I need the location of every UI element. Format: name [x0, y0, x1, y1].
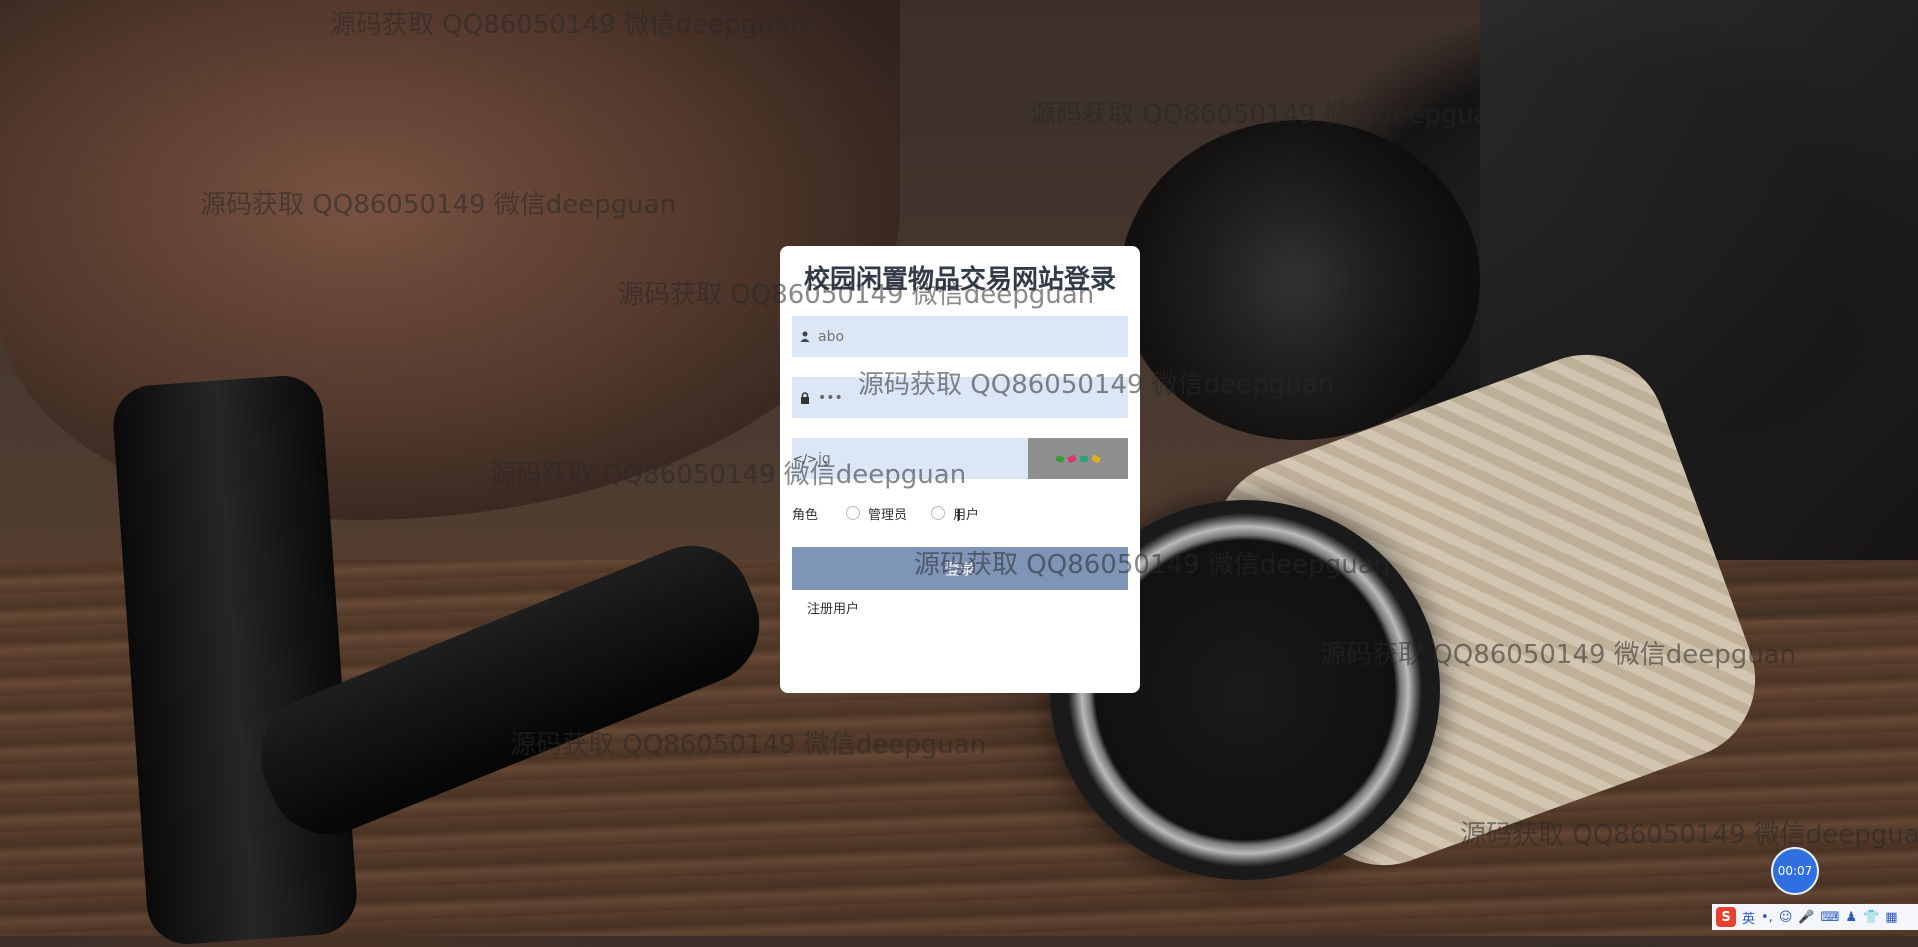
user-center-icon[interactable]: ♟ — [1845, 910, 1857, 925]
watermark: 源码获取 QQ86050149 微信deepguan — [330, 10, 807, 40]
watermark: 源码获取 QQ86050149 微信deepguan — [1320, 640, 1797, 670]
watermark: 源码获取 QQ86050149 微信deepguan — [200, 190, 677, 220]
watermark: 源码获取 QQ86050149 微信deepguan — [1460, 820, 1918, 850]
background-pen — [110, 373, 360, 947]
lock-icon — [792, 391, 818, 404]
user-icon — [792, 331, 818, 342]
ime-mode-label[interactable]: 英 — [1742, 908, 1755, 927]
toolbox-icon[interactable]: ▦ — [1885, 910, 1897, 925]
role-radio-user[interactable] — [931, 506, 946, 520]
punctuation-icon[interactable]: •, — [1761, 910, 1773, 925]
watermark: 源码获取 QQ86050149 微信deepguan — [1030, 100, 1507, 130]
role-radio-admin[interactable] — [846, 506, 860, 520]
captcha-char — [1055, 454, 1065, 463]
microphone-icon[interactable]: 🎤 — [1798, 910, 1814, 925]
skin-icon[interactable]: 👕 — [1863, 910, 1879, 925]
background-camera — [1480, 0, 1918, 620]
ime-toolbar[interactable]: S 英 •, ☺ 🎤 ⌨ ♟ 👕 ▦ — [1712, 904, 1918, 930]
captcha-char — [1091, 453, 1101, 464]
watermark: 源码获取 QQ86050149 微信deepguan — [858, 370, 1335, 400]
timer-badge[interactable]: 00:07 — [1771, 847, 1819, 895]
role-option-admin[interactable]: 管理员 — [868, 504, 907, 523]
username-field[interactable] — [792, 316, 1128, 357]
captcha-image[interactable] — [1028, 438, 1128, 479]
role-label: 角色 — [792, 507, 819, 523]
emoji-icon[interactable]: ☺ — [1779, 910, 1793, 925]
background-shoe — [0, 0, 900, 520]
background-watch-strap — [1192, 332, 1778, 888]
username-input[interactable] — [818, 316, 1128, 357]
background-pen-body — [242, 527, 778, 853]
watermark: 源码获取 QQ86050149 微信deepguan — [618, 280, 1095, 310]
text-cursor-icon: I — [956, 506, 961, 525]
watermark: 源码获取 QQ86050149 微信deepguan — [914, 550, 1391, 580]
register-link[interactable]: 注册用户 — [807, 598, 1128, 617]
captcha-char — [1080, 455, 1088, 462]
sogou-logo-icon: S — [1716, 907, 1736, 927]
watermark: 源码获取 QQ86050149 微信deepguan — [510, 730, 987, 760]
watermark: 源码获取 QQ86050149 微信deepguan — [490, 460, 967, 490]
captcha-char — [1067, 454, 1077, 463]
keyboard-icon[interactable]: ⌨ — [1821, 910, 1840, 925]
